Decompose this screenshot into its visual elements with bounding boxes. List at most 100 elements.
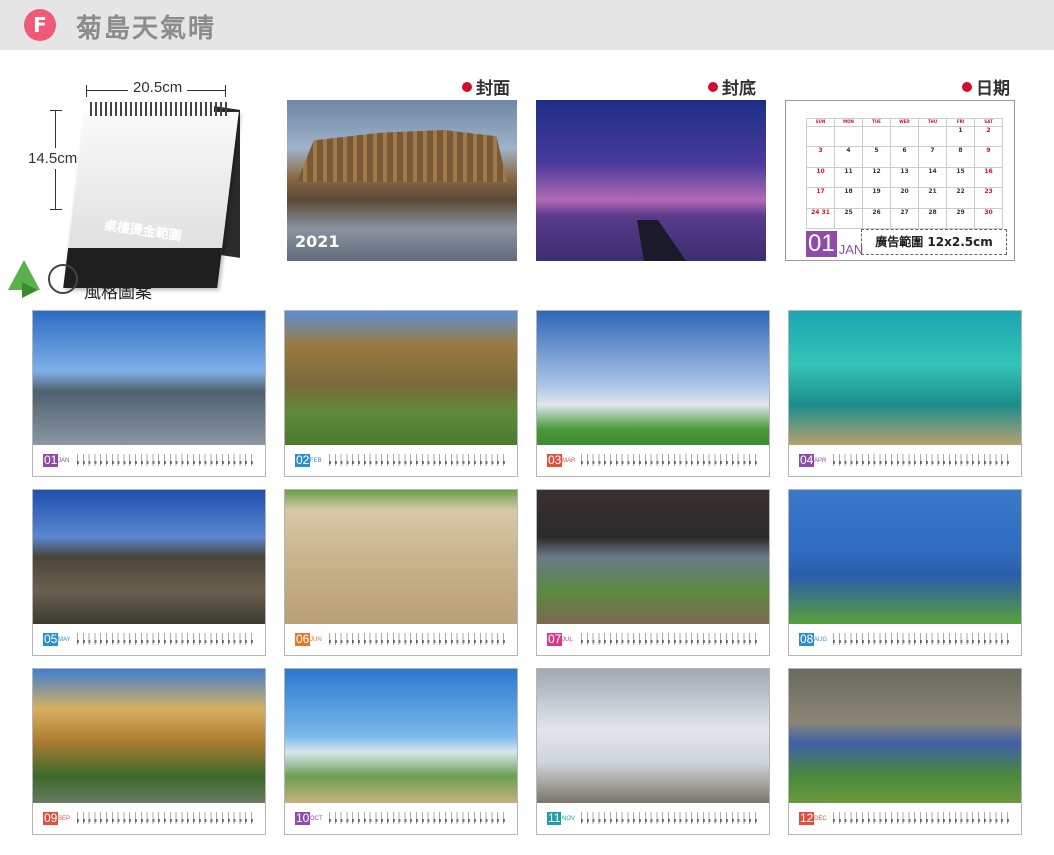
weekday-header: FRI <box>947 119 975 127</box>
month-strip: 02 FEB <box>285 445 517 476</box>
weekday-header: WED <box>891 119 919 127</box>
date-cell: 5 <box>863 147 891 168</box>
style-heading: 風格圖案 <box>8 260 208 304</box>
day-row <box>77 454 257 466</box>
date-row <box>77 461 257 464</box>
month-thumbnail-sep: 09 SEP <box>32 668 266 835</box>
date-row <box>329 819 509 822</box>
month-number: 06 <box>295 632 311 646</box>
date-cell: 2 <box>975 127 1003 148</box>
month-photo <box>285 311 517 445</box>
girl-face-icon <box>48 264 78 294</box>
date-cell: 13 <box>891 167 919 189</box>
month-photo <box>33 311 265 445</box>
month-thumbnail-jan: 01 JAN <box>32 310 266 477</box>
date-cell: 14 <box>919 167 947 189</box>
date-cell: 8 <box>947 147 975 168</box>
date-cell: 9 <box>975 147 1003 168</box>
month-number: 09 <box>43 811 59 825</box>
month-name: SEP <box>58 816 71 822</box>
month-photo <box>537 669 769 803</box>
bullet-icon <box>708 81 718 92</box>
date-cell <box>835 127 863 148</box>
weekday-header: MON <box>835 119 863 127</box>
date-row <box>329 640 509 643</box>
page-title: 菊島天氣晴 <box>76 14 217 44</box>
month-photo <box>33 669 265 803</box>
month-photo <box>537 311 769 445</box>
month-photo <box>285 669 517 803</box>
month-name: AUG <box>814 637 828 643</box>
date-cell: 20 <box>891 188 919 209</box>
date-cell: 26 <box>863 208 891 229</box>
month-strip: 11 NOV <box>537 803 769 834</box>
width-label: 20.5cm <box>128 79 188 96</box>
day-row <box>833 633 1013 645</box>
arrow-icon <box>22 282 38 298</box>
date-row <box>833 640 1013 643</box>
cover-label: 封面 <box>462 74 510 99</box>
date-cell: 19 <box>863 188 891 209</box>
bullet-icon <box>962 81 972 92</box>
month-number: 10 <box>295 811 311 825</box>
month-number: 08 <box>799 632 815 646</box>
day-row <box>581 633 761 645</box>
day-row <box>329 812 509 824</box>
month-photo <box>33 490 265 624</box>
ad-area: 廣告範圍 12x2.5cm <box>861 229 1007 255</box>
date-cell: 22 <box>947 188 975 209</box>
month-strip: 01 JAN <box>33 445 265 476</box>
month-name: MAY <box>58 637 71 643</box>
date-row <box>77 640 257 643</box>
date-cell: 16 <box>975 167 1003 189</box>
date-cell: 30 <box>975 208 1003 229</box>
date-cell: 25 <box>835 208 863 229</box>
date-cell: 23 <box>975 188 1003 209</box>
month-name: OCT <box>310 816 323 822</box>
month-name: MAR <box>562 458 576 464</box>
date-cell <box>919 127 947 148</box>
back-cover-photo <box>536 100 766 261</box>
date-row <box>581 461 761 464</box>
day-row <box>581 454 761 466</box>
cover-photo: 2021 <box>287 100 517 261</box>
month-strip: 06 JUN <box>285 624 517 655</box>
month-thumbnail-may: 05 MAY <box>32 489 266 656</box>
date-row <box>581 819 761 822</box>
date-row <box>329 461 509 464</box>
day-row <box>329 633 509 645</box>
month-number: 01 <box>43 453 59 467</box>
month-name: JAN <box>58 458 70 464</box>
month-strip: 03 MAR <box>537 445 769 476</box>
date-page: SUN MON TUE WED THU FRI SAT 1 2 3 4 5 6 7 8 9 10 11 12 13 14… <box>785 100 1015 261</box>
date-cell: 21 <box>919 188 947 209</box>
date-cell: 6 <box>891 147 919 168</box>
spiral-binding <box>90 102 230 116</box>
month-number: 12 <box>799 811 815 825</box>
height-label: 14.5cm <box>28 148 78 169</box>
date-cell <box>891 127 919 148</box>
month-number: 11 <box>547 811 562 825</box>
cover-year: 2021 <box>295 232 340 251</box>
day-row <box>581 812 761 824</box>
weekday-header: SUN <box>807 119 835 127</box>
date-label: 日期 <box>962 74 1010 99</box>
date-month: 01 JAN <box>806 230 864 257</box>
month-name: FEB <box>310 458 322 464</box>
date-cell: 7 <box>919 147 947 168</box>
month-number: 04 <box>799 453 815 467</box>
month-thumbnail-nov: 11 NOV <box>536 668 770 835</box>
date-cell: 15 <box>947 167 975 189</box>
date-cell: 24 31 <box>807 208 835 229</box>
day-row <box>833 812 1013 824</box>
month-thumbnail-jul: 07 JUL <box>536 489 770 656</box>
date-cell: 28 <box>919 208 947 229</box>
month-strip: 09 SEP <box>33 803 265 834</box>
month-photo <box>789 311 1021 445</box>
date-grid: SUN MON TUE WED THU FRI SAT 1 2 3 4 5 6 7 8 9 10 11 12 13 14… <box>806 118 1003 229</box>
month-thumbnail-apr: 04 APR <box>788 310 1022 477</box>
date-cell: 11 <box>835 167 863 189</box>
month-photo <box>285 490 517 624</box>
day-row <box>77 812 257 824</box>
date-cell: 27 <box>891 208 919 229</box>
